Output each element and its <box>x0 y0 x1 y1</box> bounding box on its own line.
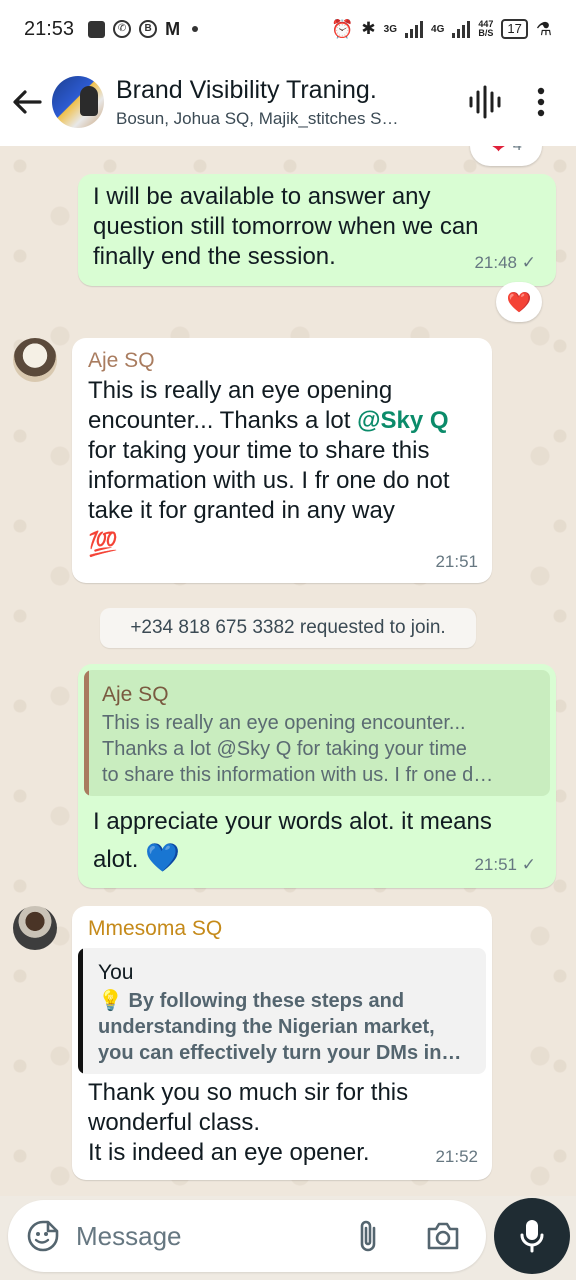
quote-sender: Aje SQ <box>102 683 169 706</box>
voice-message-button[interactable] <box>494 1198 570 1274</box>
aje-sq-avatar[interactable] <box>13 338 57 382</box>
sender-name[interactable]: Mmesoma SQ <box>88 914 222 944</box>
message-text: Thank you so much sir for this wonderful… <box>88 1078 478 1168</box>
quote-accent-bar <box>78 948 83 1074</box>
system-icons: ⏰ ✱ 3G 4G 447 B/S 17 ⚗ <box>331 19 552 40</box>
gmail-icon: M <box>165 18 181 39</box>
message-line: wonderful class. <box>88 1109 261 1136</box>
battery-level: 17 <box>507 21 522 36</box>
notification-icons: ✆ B M <box>88 18 199 40</box>
chat-area[interactable]: ❤4 I will be available to answer any que… <box>0 146 576 1196</box>
previous-reaction[interactable]: ❤4 <box>470 146 542 166</box>
sent-tick-icon: ✓ <box>521 855 536 874</box>
quote-sender: You <box>98 961 134 984</box>
quote-text: 💡 By following these steps and understan… <box>98 988 484 1066</box>
chat-header: Brand Visibility Traning. Bosun, Johua S… <box>0 58 576 146</box>
group-avatar[interactable] <box>52 76 104 128</box>
flask-icon: ⚗ <box>535 18 552 39</box>
message-text: This is really an eye opening encounter.… <box>88 376 478 560</box>
message-line: I appreciate your words alot. it means <box>93 808 492 835</box>
voice-chat-icon[interactable] <box>468 85 502 119</box>
quote-line: understanding the Nigerian market, <box>98 1016 435 1038</box>
sent-tick-icon: ✓ <box>521 253 536 272</box>
quote-line: you can effectively turn your DMs in… <box>98 1042 462 1064</box>
alarm-icon: ⏰ <box>331 18 354 39</box>
network-3g-label: 3G <box>383 23 398 35</box>
quote-line: to share this information with us. I fr … <box>102 764 494 786</box>
whatsapp-icon: ✆ <box>113 20 132 38</box>
network-4g-label: 4G <box>431 23 445 35</box>
message-line: It is indeed an eye opener. <box>88 1139 370 1166</box>
message-time: 21:52 <box>435 1147 478 1166</box>
message-reaction[interactable]: ❤️ <box>496 282 542 322</box>
incoming-reply-message[interactable]: Mmesoma SQ You 💡 By following these step… <box>72 906 492 1180</box>
back-button[interactable] <box>2 72 52 132</box>
battery-icon: 17 <box>501 19 528 39</box>
attach-icon[interactable] <box>356 1218 380 1254</box>
message-time: 21:51 <box>474 855 518 874</box>
message-input[interactable] <box>76 1220 336 1252</box>
hundred-emoji-icon: 💯 <box>88 531 118 558</box>
outgoing-reply-message[interactable]: Aje SQ This is really an eye opening enc… <box>78 664 556 888</box>
back-arrow-icon <box>13 90 42 114</box>
chat-title: Brand Visibility Traning. <box>116 75 377 104</box>
more-options-icon[interactable] <box>536 87 546 117</box>
emoji-sticker-icon[interactable] <box>26 1219 60 1253</box>
signal-3g-icon <box>405 20 424 38</box>
camera-icon[interactable] <box>426 1221 460 1251</box>
microphone-icon <box>520 1220 544 1253</box>
chat-info[interactable]: Brand Visibility Traning. Bosun, Johua S… <box>116 76 446 129</box>
net-speed: 447 B/S <box>478 20 493 38</box>
quote-line: 💡 By following these steps and <box>98 990 405 1012</box>
message-line: I will be available to answer any <box>93 183 431 210</box>
more-notifications-icon <box>192 26 199 32</box>
message-meta: 21:48 ✓ <box>474 248 536 278</box>
quote-line: Thanks a lot @Sky Q for taking your time <box>102 738 467 760</box>
system-message: +234 818 675 3382 requested to join. <box>100 608 476 648</box>
message-line: Thank you so much sir for this <box>88 1079 409 1106</box>
message-text-part: for taking your time to share this infor… <box>88 437 450 524</box>
status-time: 21:53 <box>24 17 75 40</box>
signal-4g-icon <box>452 20 471 38</box>
quoted-message[interactable]: You 💡 By following these steps and under… <box>78 948 486 1074</box>
message-line: question still tomorrow when we can <box>93 213 479 240</box>
message-time: 21:48 <box>474 253 518 272</box>
sender-name[interactable]: Aje SQ <box>88 346 155 376</box>
heart-reaction-icon: ❤️ <box>506 291 532 314</box>
mention-link[interactable]: @Sky Q <box>357 407 448 434</box>
message-composer <box>8 1200 486 1272</box>
message-time: 21:51 <box>435 552 478 571</box>
notification-square-icon <box>88 20 106 38</box>
quoted-message[interactable]: Aje SQ This is really an eye opening enc… <box>84 670 550 796</box>
message-meta: 21:51 ✓ <box>474 850 536 880</box>
chat-participants: Bosun, Johua SQ, Majik_stitches S… <box>116 108 399 128</box>
quote-line: This is really an eye opening encounter.… <box>102 712 466 734</box>
quote-text: This is really an eye opening encounter.… <box>102 710 542 788</box>
quote-accent-bar <box>84 670 89 796</box>
outgoing-message[interactable]: I will be available to answer any questi… <box>78 174 556 286</box>
incoming-message[interactable]: Aje SQ This is really an eye opening enc… <box>72 338 492 583</box>
message-line: alot. <box>93 846 139 873</box>
blue-heart-icon: 💙 <box>145 842 180 873</box>
net-speed-unit: B/S <box>478 28 494 38</box>
business-icon: B <box>139 20 158 38</box>
mmesoma-sq-avatar[interactable] <box>13 906 57 950</box>
bluetooth-icon: ✱ <box>361 19 376 38</box>
status-bar: 21:53 ✆ B M ⏰ ✱ 3G 4G 447 B/S 17 ⚗ <box>0 0 576 58</box>
message-text-part: This is really an eye opening encounter.… <box>88 377 393 434</box>
